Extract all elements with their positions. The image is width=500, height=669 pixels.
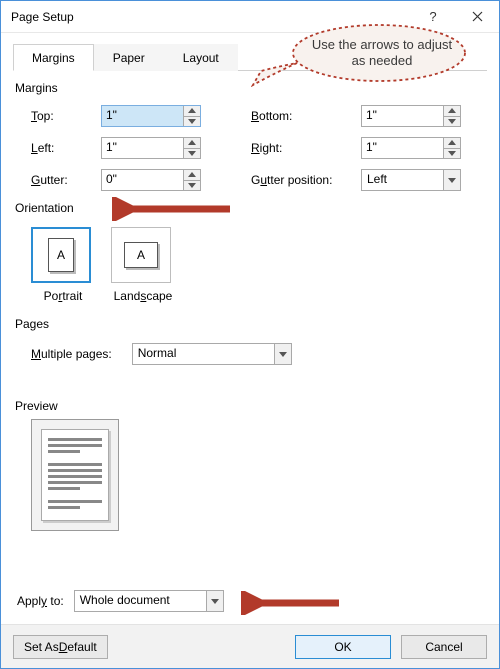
left-spinner[interactable]: 1" <box>101 137 201 159</box>
portrait-box[interactable]: A <box>31 227 91 283</box>
apply-to-value: Whole document <box>75 591 206 611</box>
gutter-up[interactable] <box>184 170 200 181</box>
bottom-spinner[interactable]: 1" <box>361 105 461 127</box>
left-label: Left: <box>31 141 101 155</box>
gutter-pos-label: Gutter position: <box>251 173 361 187</box>
top-value[interactable]: 1" <box>102 106 183 126</box>
orientation-portrait[interactable]: A Portrait <box>31 227 95 303</box>
chevron-up-icon <box>188 172 196 177</box>
top-spinner[interactable]: 1" <box>101 105 201 127</box>
apply-to-label: Apply to: <box>17 594 64 608</box>
top-up[interactable] <box>184 106 200 117</box>
cancel-button[interactable]: Cancel <box>401 635 487 659</box>
section-preview-label: Preview <box>15 399 487 413</box>
annotation-arrow-orientation <box>112 197 232 221</box>
help-icon: ? <box>429 9 436 24</box>
preview-box <box>31 419 119 531</box>
gutter-pos-toggle[interactable] <box>443 170 460 190</box>
apply-to-dropdown[interactable]: Whole document <box>74 590 224 612</box>
bottom-down[interactable] <box>444 117 460 127</box>
bottom-up[interactable] <box>444 106 460 117</box>
chevron-up-icon <box>448 140 456 145</box>
multiple-pages-label: Multiple pages: <box>31 347 112 361</box>
chevron-down-icon <box>279 352 287 357</box>
margins-grid: Top: 1" Bottom: 1" Left: 1" Right: 1" <box>13 101 487 191</box>
landscape-page-icon: A <box>124 242 158 268</box>
callout-text: Use the arrows to adjust as needed <box>307 37 457 70</box>
page-setup-dialog: Page Setup ? Margins Paper Layout Margin… <box>0 0 500 669</box>
gutter-down[interactable] <box>184 181 200 191</box>
portrait-label: Portrait <box>31 289 95 303</box>
left-up[interactable] <box>184 138 200 149</box>
chevron-down-icon <box>188 119 196 124</box>
landscape-label: Landscape <box>111 289 175 303</box>
bottom-label: Bottom: <box>251 109 361 123</box>
multiple-pages-toggle[interactable] <box>274 344 291 364</box>
tab-paper[interactable]: Paper <box>94 44 164 71</box>
chevron-up-icon <box>448 108 456 113</box>
dialog-footer: Set As Default OK Cancel <box>1 624 499 668</box>
landscape-box[interactable]: A <box>111 227 171 283</box>
chevron-up-icon <box>188 140 196 145</box>
multiple-pages-dropdown[interactable]: Normal <box>132 343 292 365</box>
portrait-page-icon: A <box>48 238 74 272</box>
window-title: Page Setup <box>11 10 411 24</box>
chevron-down-icon <box>448 178 456 183</box>
chevron-up-icon <box>188 108 196 113</box>
gutter-pos-dropdown[interactable]: Left <box>361 169 461 191</box>
gutter-pos-value: Left <box>362 170 443 190</box>
chevron-down-icon <box>211 599 219 604</box>
annotation-callout: Use the arrows to adjust as needed <box>251 23 469 81</box>
chevron-down-icon <box>448 151 456 156</box>
right-spinner[interactable]: 1" <box>361 137 461 159</box>
left-value[interactable]: 1" <box>102 138 183 158</box>
set-default-button[interactable]: Set As Default <box>13 635 108 659</box>
right-label: Right: <box>251 141 361 155</box>
right-up[interactable] <box>444 138 460 149</box>
close-icon <box>472 11 483 22</box>
tab-margins[interactable]: Margins <box>13 44 94 71</box>
gutter-label: Gutter: <box>31 173 101 187</box>
ok-button[interactable]: OK <box>295 635 391 659</box>
top-label: Top: <box>31 109 101 123</box>
apply-to-toggle[interactable] <box>206 591 223 611</box>
chevron-down-icon <box>188 151 196 156</box>
tab-layout[interactable]: Layout <box>164 44 238 71</box>
bottom-value[interactable]: 1" <box>362 106 443 126</box>
annotation-arrow-applyto <box>241 591 341 615</box>
preview-page-icon <box>41 429 109 521</box>
chevron-down-icon <box>188 183 196 188</box>
gutter-spinner[interactable]: 0" <box>101 169 201 191</box>
right-value[interactable]: 1" <box>362 138 443 158</box>
orientation-landscape[interactable]: A Landscape <box>111 227 175 303</box>
right-down[interactable] <box>444 149 460 159</box>
left-down[interactable] <box>184 149 200 159</box>
chevron-down-icon <box>448 119 456 124</box>
multiple-pages-value: Normal <box>133 344 274 364</box>
section-orientation-label: Orientation <box>15 201 487 215</box>
top-down[interactable] <box>184 117 200 127</box>
gutter-value[interactable]: 0" <box>102 170 183 190</box>
section-pages-label: Pages <box>15 317 487 331</box>
